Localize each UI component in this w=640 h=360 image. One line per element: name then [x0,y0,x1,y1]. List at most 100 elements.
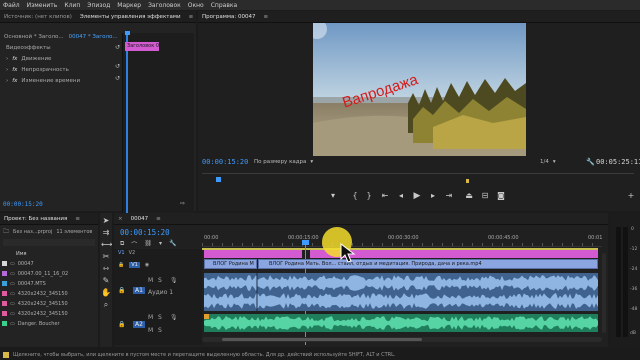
step-forward-icon[interactable]: ▸ [428,192,438,200]
timeline-playhead-handle[interactable] [302,240,309,245]
panel-menu-icon[interactable]: ≡ [156,216,161,222]
slip-tool-icon[interactable]: ⇿ [101,265,111,273]
scrollbar-thumb[interactable] [222,338,422,341]
project-item[interactable]: ▭ 4320x2432_345150 [2,289,106,298]
tab-project[interactable]: Проект: Без названия [4,216,67,222]
track-select-tool-icon[interactable]: ⇉ [101,229,111,237]
panel-menu-icon[interactable]: ≡ [264,14,269,20]
add-marker-icon[interactable]: ▾ [328,192,338,200]
mini-playhead[interactable] [126,33,128,213]
fit-dropdown[interactable]: По размеру кадра ▾ [254,159,313,165]
menu-title[interactable]: Заголовок [148,2,181,9]
mute-button[interactable]: M [148,314,153,321]
solo-button[interactable]: S [158,277,162,284]
tab-program[interactable]: Программа: 00047 [202,14,256,20]
lock-icon[interactable]: 🔒 [118,287,125,294]
project-item[interactable]: ▭ 4320x2432_345150 [2,299,106,308]
program-scrubber[interactable] [202,173,634,183]
tab-sequence[interactable]: 00047 [131,216,149,222]
title-clip-chip[interactable]: Заголовок 05 [125,42,162,51]
horizontal-scrollbar[interactable] [202,337,602,342]
snap-icon[interactable]: ⌒ [131,240,137,249]
project-item[interactable]: ▭ Danger. Boucher [2,319,106,328]
program-current-timecode[interactable]: 00:00:15:20 [202,158,248,166]
tab-effect-controls[interactable]: Элементы управления эффектами [80,14,181,20]
audio-keyframe-marker[interactable] [204,314,209,319]
vertical-scrollbar[interactable] [602,253,606,333]
master-clip-label[interactable]: Основной * Заголо... [4,34,64,40]
menu-edit[interactable]: Изменить [27,2,58,9]
fx-icon[interactable]: fx [12,67,17,73]
mic-icon[interactable]: 🎙 [170,277,178,284]
track-label-v1[interactable]: V1 [129,262,140,268]
mute-button[interactable]: M [148,277,153,284]
menu-sequence[interactable]: Эпизод [87,2,110,9]
effect-motion[interactable]: › fx Движение [6,54,51,64]
sequence-clip-label[interactable]: 00047 * Заголо... [69,34,118,40]
project-item[interactable]: ▭ 4320x2432_345150 [2,309,106,318]
razor-tool-icon[interactable]: ✂ [101,253,111,261]
hand-tool-icon[interactable]: ✋ [101,289,111,297]
track-label-v2[interactable]: V2 [129,250,136,256]
pen-tool-icon[interactable]: ✎ [101,277,111,285]
resolution-dropdown[interactable]: 1/4 ▾ [540,159,556,165]
reset-motion-icon[interactable]: ↺ [115,63,120,70]
go-to-out-icon[interactable]: ⇥ [444,192,454,200]
tab-source[interactable]: Источник: (нет клипов) [4,14,72,20]
track-label-a1[interactable]: A1 [133,287,145,294]
fx-icon[interactable]: fx [12,56,17,62]
menu-clip[interactable]: Клип [64,2,80,9]
eye-icon[interactable]: ◉ [145,262,149,268]
go-to-in-icon[interactable]: ⇤ [380,192,390,200]
mic-icon[interactable]: 🎙 [170,314,178,321]
reset-icon[interactable]: ↺ [115,44,120,51]
selection-tool-icon[interactable]: ➤ [101,217,111,225]
project-search-input[interactable] [3,239,95,246]
panel-menu-icon[interactable]: ≡ [75,216,80,222]
project-item[interactable]: ▭ 00047.00_11_16_02 [2,269,106,278]
extract-icon[interactable]: ⊟ [480,192,490,200]
project-item[interactable]: ▭ 00047 [2,259,106,268]
program-playhead[interactable] [216,177,221,182]
a1-audio-clip[interactable] [204,273,598,311]
effects-timecode[interactable]: 00:00:15:20 [3,201,43,208]
settings-icon[interactable]: 🔧 [586,158,595,166]
mark-in-icon[interactable]: { [350,192,360,200]
v1-clip-b[interactable]: ВЛОГ Родина Мать. Вол... стайл, отдых и … [258,259,598,269]
mini-playhead-marker[interactable] [125,31,130,35]
lift-icon[interactable]: ⏏ [464,192,474,200]
reset-opacity-icon[interactable]: ↺ [115,75,120,82]
timeline-timecode[interactable]: 00:00:15:20 [120,228,170,237]
solo-button[interactable]: S [158,314,162,321]
solo-button[interactable]: S [158,327,162,334]
panel-menu-icon[interactable]: ≡ [189,14,194,20]
zoom-tool-icon[interactable]: ⌕ [101,301,111,309]
a2-audio-clip[interactable] [204,314,598,332]
expand-icon[interactable]: › [6,67,8,73]
mute-button[interactable]: M [148,327,153,334]
program-marker[interactable] [466,179,469,183]
mark-out-icon[interactable]: } [364,192,374,200]
wrench-icon[interactable]: 🔧 [169,240,176,249]
play-icon[interactable]: ▶ [412,192,422,201]
add-marker-icon[interactable]: ▾ [159,240,162,249]
add-button-icon[interactable]: + [626,192,636,200]
effect-time-remap[interactable]: › fx Изменение времени [6,76,80,86]
nest-icon[interactable]: ⧉ [120,240,124,249]
menu-marker[interactable]: Маркер [117,2,141,9]
expand-icon[interactable]: › [6,56,8,62]
source-patch-v1[interactable]: V1 [118,250,125,256]
expand-icon[interactable]: › [6,78,8,84]
ripple-edit-tool-icon[interactable]: ⟷ [101,241,112,249]
lock-icon[interactable]: 🔒 [118,262,124,268]
project-item[interactable]: ▭ 00047.MTS [2,279,106,288]
menu-help[interactable]: Справка [211,2,237,9]
column-header-name[interactable]: Имя [16,249,27,259]
track-label-a2[interactable]: A2 [133,321,145,328]
menu-window[interactable]: Окно [188,2,204,9]
menu-file[interactable]: Файл [3,2,20,9]
lock-icon[interactable]: 🔒 [118,321,125,328]
close-icon[interactable]: × [118,216,123,222]
linked-selection-icon[interactable]: ⛓ [144,240,152,249]
step-back-icon[interactable]: ◂ [396,192,406,200]
